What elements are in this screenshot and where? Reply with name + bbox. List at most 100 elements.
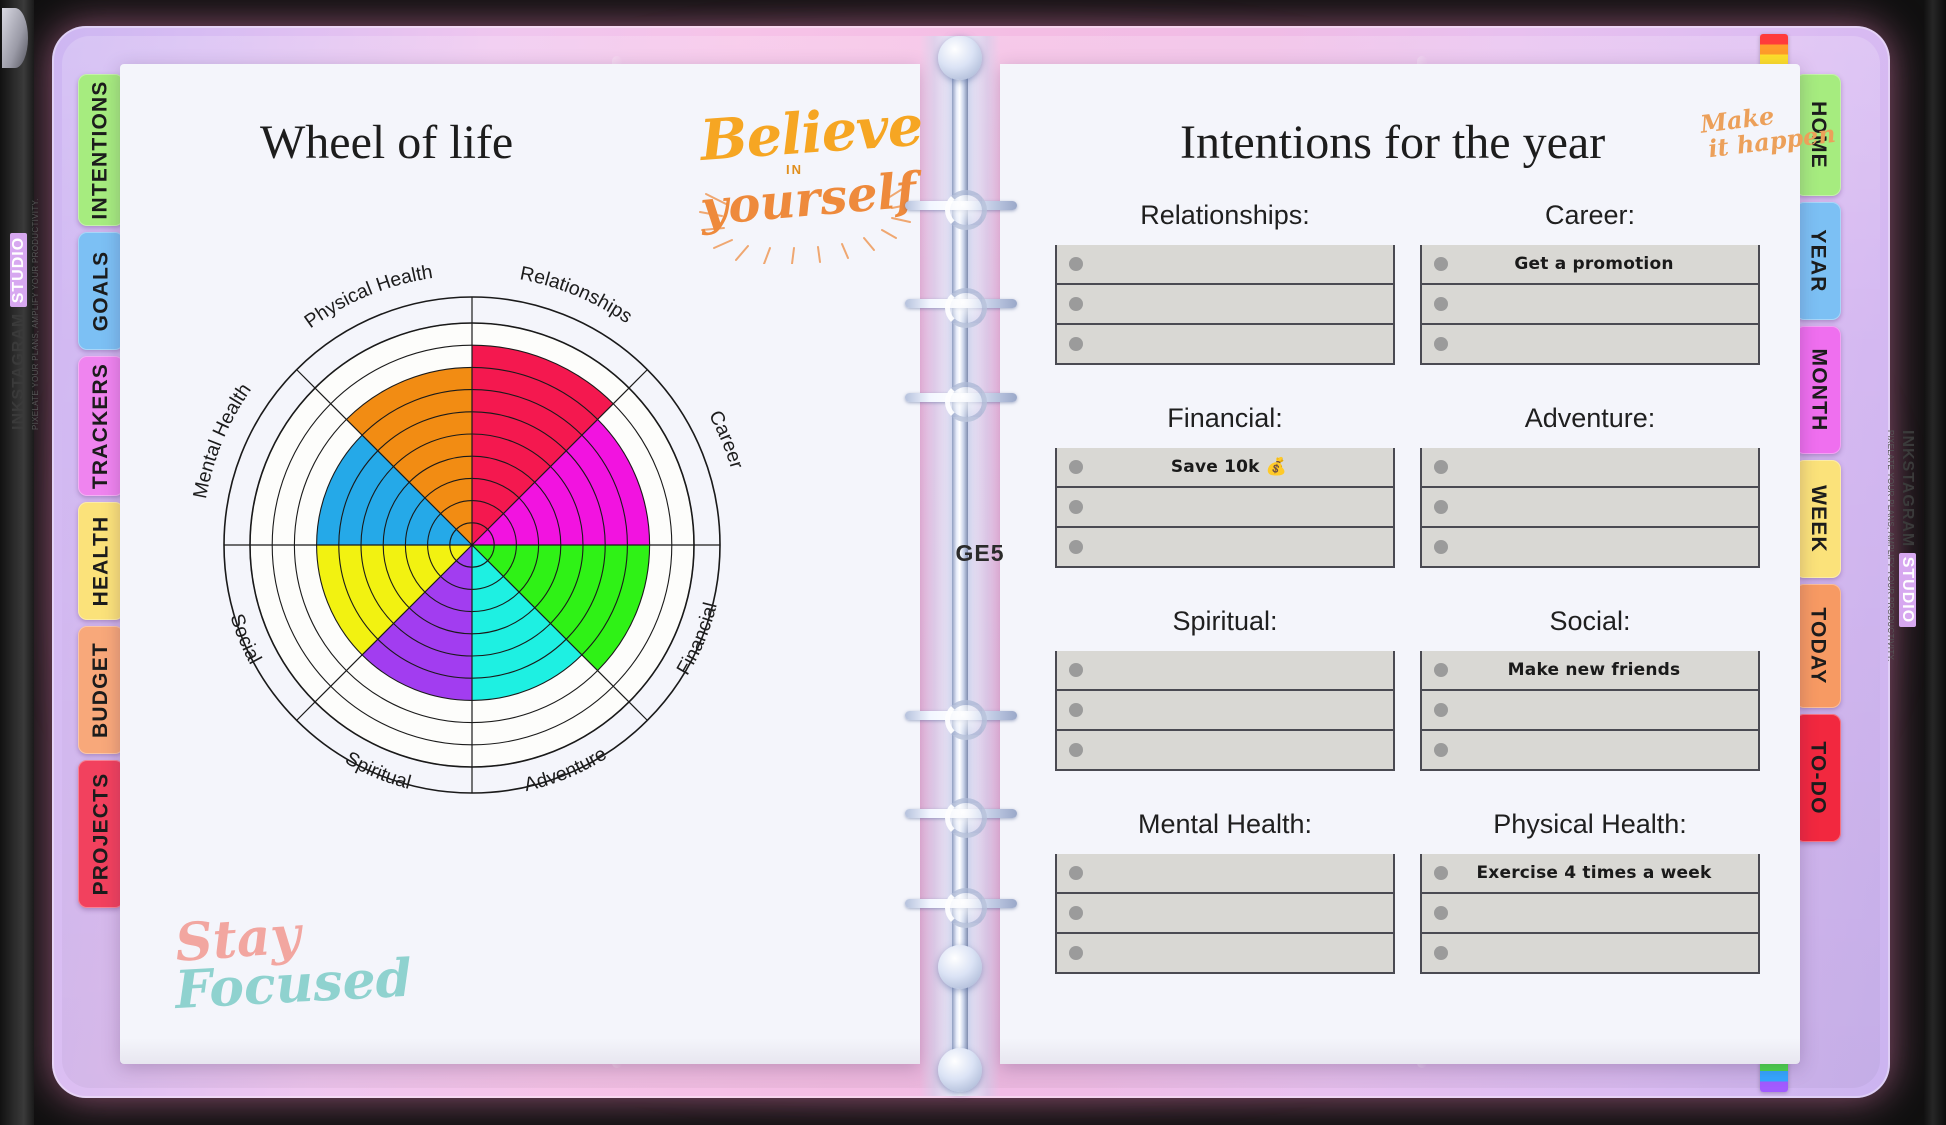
binder-cap-bottom: [938, 945, 982, 989]
tab-year[interactable]: YEAR: [1795, 202, 1841, 320]
intentions-row[interactable]: [1055, 528, 1395, 568]
bullet-icon: [1069, 663, 1083, 677]
watermark-tagline: PIXELATE YOUR PLANS, AMPLIFY YOUR PRODUC…: [31, 198, 40, 430]
watermark-left: INKSTAGRAM STUDIO PIXELATE YOUR PLANS, A…: [10, 198, 40, 430]
intentions-cell-social: Social: Make new friends: [1420, 606, 1760, 771]
tab-today[interactable]: TODAY: [1795, 584, 1841, 708]
tab-week-label: WEEK: [1807, 485, 1830, 553]
bullet-icon: [1434, 906, 1448, 920]
intentions-row[interactable]: [1420, 448, 1760, 488]
left-page-edge: [0, 0, 34, 1125]
intentions-row[interactable]: [1055, 731, 1395, 771]
bullet-icon: [1434, 257, 1448, 271]
planner-screenshot: INTENTIONS GOALS TRACKERS HEALTH BUDGET …: [0, 0, 1946, 1125]
left-page-fold: [120, 1038, 920, 1064]
wheel-label-career: Career: [704, 407, 748, 472]
intentions-row[interactable]: [1055, 245, 1395, 285]
make-it-happen-art: Make it happen: [1699, 101, 1837, 174]
watermark-brand-2: STUDIO: [10, 232, 27, 308]
watermark-brand-1-right: INKSTAGRAM: [1899, 430, 1916, 548]
intentions-row[interactable]: [1055, 691, 1395, 731]
intentions-row[interactable]: [1420, 894, 1760, 934]
bullet-icon: [1434, 460, 1448, 474]
wheel-of-life-chart: Relationships Career Financial Adventure Spi…: [172, 245, 772, 845]
bullet-icon: [1069, 257, 1083, 271]
intentions-row[interactable]: Get a promotion: [1420, 245, 1760, 285]
tab-week[interactable]: WEEK: [1795, 460, 1841, 578]
intentions-heading: Spiritual:: [1172, 606, 1278, 636]
intentions-row[interactable]: Save 10k 💰: [1055, 448, 1395, 488]
binder-ring-1: [905, 190, 1017, 230]
page-title-intentions: Intentions for the year: [1180, 116, 1606, 169]
tab-health-label: HEALTH: [89, 515, 112, 607]
bullet-icon: [1069, 500, 1083, 514]
bullet-icon: [1069, 743, 1083, 757]
bullet-icon: [1069, 866, 1083, 880]
intentions-row[interactable]: [1420, 488, 1760, 528]
tab-budget[interactable]: BUDGET: [78, 626, 124, 754]
tab-month[interactable]: MONTH: [1795, 326, 1841, 454]
intentions-heading: Social:: [1549, 606, 1631, 636]
intentions-heading: Financial:: [1167, 403, 1283, 433]
intentions-row[interactable]: Exercise 4 times a week: [1420, 854, 1760, 894]
focused-word: Focused: [173, 947, 414, 1021]
bullet-icon: [1434, 540, 1448, 554]
wheel-label-social: Social: [225, 611, 265, 668]
bullet-icon: [1434, 743, 1448, 757]
binder-ring-2: [905, 288, 1017, 328]
bullet-icon: [1434, 663, 1448, 677]
right-page-fold: [1000, 1038, 1800, 1064]
intentions-row[interactable]: [1420, 731, 1760, 771]
watermark-brand-1: INKSTAGRAM: [10, 312, 27, 430]
intentions-heading: Mental Health:: [1137, 809, 1313, 839]
bullet-icon: [1069, 297, 1083, 311]
wheel-label-relationships: Relationships: [518, 262, 636, 328]
intentions-row[interactable]: [1055, 651, 1395, 691]
bullet-icon: [1069, 946, 1083, 960]
tab-goals-label: GOALS: [89, 250, 113, 332]
watermark-right: INKSTAGRAM STUDIO PIXELATE YOUR PLANS, A…: [1886, 430, 1916, 662]
intentions-cell-mental-health: Mental Health:: [1055, 809, 1395, 974]
tab-intentions[interactable]: INTENTIONS: [78, 74, 124, 226]
intentions-heading: Adventure:: [1524, 403, 1656, 433]
bullet-icon: [1434, 500, 1448, 514]
tab-goals[interactable]: GOALS: [78, 232, 124, 350]
intentions-cell-physical-health: Physical Health: Exercise 4 times a week: [1420, 809, 1760, 974]
intentions-row[interactable]: [1055, 854, 1395, 894]
intentions-row[interactable]: [1420, 934, 1760, 974]
intentions-cell-financial: Financial: Save 10k 💰: [1055, 403, 1395, 568]
intentions-row[interactable]: [1420, 325, 1760, 365]
right-page-edge: [1924, 0, 1946, 1125]
intentions-heading: Relationships:: [1140, 200, 1310, 230]
tab-month-label: MONTH: [1807, 348, 1830, 432]
wheel-of-life-svg: RelationshipsCareerFinancialAdventureSpi…: [189, 261, 748, 796]
tab-year-label: YEAR: [1807, 229, 1830, 293]
intentions-row[interactable]: [1055, 285, 1395, 325]
tab-trackers[interactable]: TRACKERS: [78, 356, 124, 496]
binder-ring-4: [905, 700, 1017, 740]
tab-today-label: TODAY: [1807, 607, 1831, 685]
tab-projects[interactable]: PROJECTS: [78, 760, 124, 908]
tab-todo[interactable]: TO-DO: [1795, 714, 1841, 842]
intentions-row[interactable]: [1420, 691, 1760, 731]
intentions-row[interactable]: [1420, 285, 1760, 325]
intentions-row[interactable]: [1055, 934, 1395, 974]
tab-health[interactable]: HEALTH: [78, 502, 124, 620]
stay-focused-art: Stay Focused: [173, 904, 413, 1021]
bullet-icon: [1434, 866, 1448, 880]
bullet-icon: [1434, 297, 1448, 311]
tab-budget-label: BUDGET: [89, 642, 112, 738]
watermark-brand-2-right: STUDIO: [1899, 552, 1916, 628]
bullet-icon: [1069, 460, 1083, 474]
intentions-row[interactable]: [1420, 528, 1760, 568]
intentions-row[interactable]: [1055, 325, 1395, 365]
wheel-label-mental-health: Mental Health: [189, 379, 256, 500]
watermark-tagline-right: PIXELATE YOUR PLANS, AMPLIFY YOUR PRODUC…: [1886, 430, 1895, 662]
intentions-row[interactable]: [1055, 488, 1395, 528]
intentions-heading: Physical Health:: [1493, 809, 1687, 839]
intentions-cell-spiritual: Spiritual:: [1055, 606, 1395, 771]
intentions-row[interactable]: Make new friends: [1420, 651, 1760, 691]
intentions-cell-career: Career: Get a promotion: [1420, 200, 1760, 365]
binder-cap-top: [938, 36, 982, 80]
intentions-row[interactable]: [1055, 894, 1395, 934]
